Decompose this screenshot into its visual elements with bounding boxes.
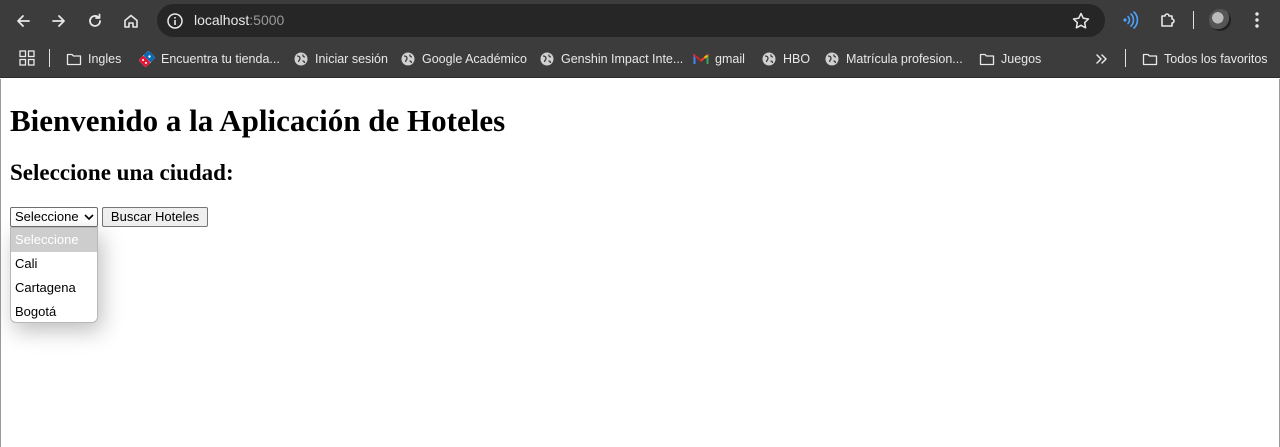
bookmark-matricula[interactable]: Matrícula profesion... xyxy=(824,50,963,68)
url-text: localhost:5000 xyxy=(194,12,284,28)
bookmark-label: Genshin Impact Inte... xyxy=(561,52,684,66)
bookmark-label: Ingles xyxy=(88,52,122,66)
chevron-down-icon xyxy=(84,214,94,221)
nfc-extension-icon[interactable] xyxy=(1120,10,1140,30)
all-bookmarks[interactable]: Todos los favoritos xyxy=(1142,50,1268,68)
search-hotels-button[interactable]: Buscar Hoteles xyxy=(102,207,208,227)
bookmark-google-academico[interactable]: Google Académico xyxy=(400,50,527,68)
reload-icon xyxy=(89,13,101,27)
bookmark-label: Juegos xyxy=(1001,52,1042,66)
globe-icon xyxy=(294,52,308,66)
forward-button[interactable] xyxy=(46,8,72,34)
back-button[interactable] xyxy=(10,8,36,34)
toolbar-divider xyxy=(1193,11,1194,29)
bookmark-label: gmail xyxy=(715,52,745,66)
reload-button[interactable] xyxy=(82,8,108,34)
dominos-icon xyxy=(139,51,155,67)
folder-icon xyxy=(979,53,995,66)
arrow-right-icon xyxy=(52,15,65,27)
bookmarks-overflow-button[interactable] xyxy=(1094,50,1110,68)
city-option-seleccione[interactable]: Seleccione xyxy=(11,228,97,252)
city-option-cartagena[interactable]: Cartagena xyxy=(11,276,97,300)
address-bar[interactable]: localhost:5000 xyxy=(157,4,1105,37)
bookmark-hbo[interactable]: HBO xyxy=(761,50,810,68)
folder-icon xyxy=(66,53,82,66)
browser-toolbar: localhost:5000 xyxy=(0,0,1280,40)
extensions-puzzle-icon[interactable] xyxy=(1158,10,1178,30)
city-select-value: Seleccione xyxy=(15,209,79,224)
bookmark-dominos[interactable]: Encuentra tu tienda... xyxy=(139,50,280,68)
city-option-bogota[interactable]: Bogotá xyxy=(11,300,97,322)
bookmark-juegos[interactable]: Juegos xyxy=(979,50,1041,68)
page-subtitle: Seleccione una ciudad: xyxy=(10,160,234,185)
apps-grid-icon[interactable] xyxy=(19,50,35,66)
bookmark-iniciar-sesion[interactable]: Iniciar sesión xyxy=(293,50,388,68)
bookmarks-divider xyxy=(1125,49,1126,67)
profile-avatar[interactable] xyxy=(1209,9,1231,31)
arrow-left-icon xyxy=(17,15,30,27)
bookmark-label: Encuentra tu tienda... xyxy=(161,52,280,66)
all-bookmarks-label: Todos los favoritos xyxy=(1164,52,1268,66)
globe-icon xyxy=(825,52,839,66)
home-button[interactable] xyxy=(118,8,144,34)
home-icon xyxy=(124,14,138,28)
more-menu-icon[interactable] xyxy=(1248,10,1266,30)
bookmark-genshin-impact[interactable]: Genshin Impact Inte... xyxy=(539,50,683,68)
bookmark-label: Google Académico xyxy=(422,52,527,66)
bookmark-gmail[interactable]: gmail xyxy=(693,50,745,68)
globe-icon xyxy=(401,52,415,66)
url-port: :5000 xyxy=(249,12,285,28)
page-content: Bienvenido a la Aplicación de Hoteles Se… xyxy=(0,79,1280,447)
bookmark-star-icon[interactable] xyxy=(1071,11,1091,31)
url-host: localhost xyxy=(194,12,250,28)
site-info-icon[interactable] xyxy=(166,12,184,30)
folder-icon xyxy=(1142,53,1158,66)
chevron-double-right-icon xyxy=(1096,54,1107,64)
bookmark-ingles[interactable]: Ingles xyxy=(66,50,121,68)
city-option-cali[interactable]: Cali xyxy=(11,252,97,276)
city-dropdown: Seleccione Cali Cartagena Bogotá xyxy=(10,227,98,323)
bookmarks-divider xyxy=(49,49,50,67)
globe-icon xyxy=(540,52,554,66)
city-select[interactable]: Seleccione xyxy=(10,207,98,227)
bookmark-label: Iniciar sesión xyxy=(315,52,388,66)
bookmark-label: HBO xyxy=(783,52,811,66)
gmail-icon xyxy=(693,53,709,64)
page-title: Bienvenido a la Aplicación de Hoteles xyxy=(10,103,506,138)
bookmark-label: Matrícula profesion... xyxy=(846,52,963,66)
globe-icon xyxy=(762,52,776,66)
